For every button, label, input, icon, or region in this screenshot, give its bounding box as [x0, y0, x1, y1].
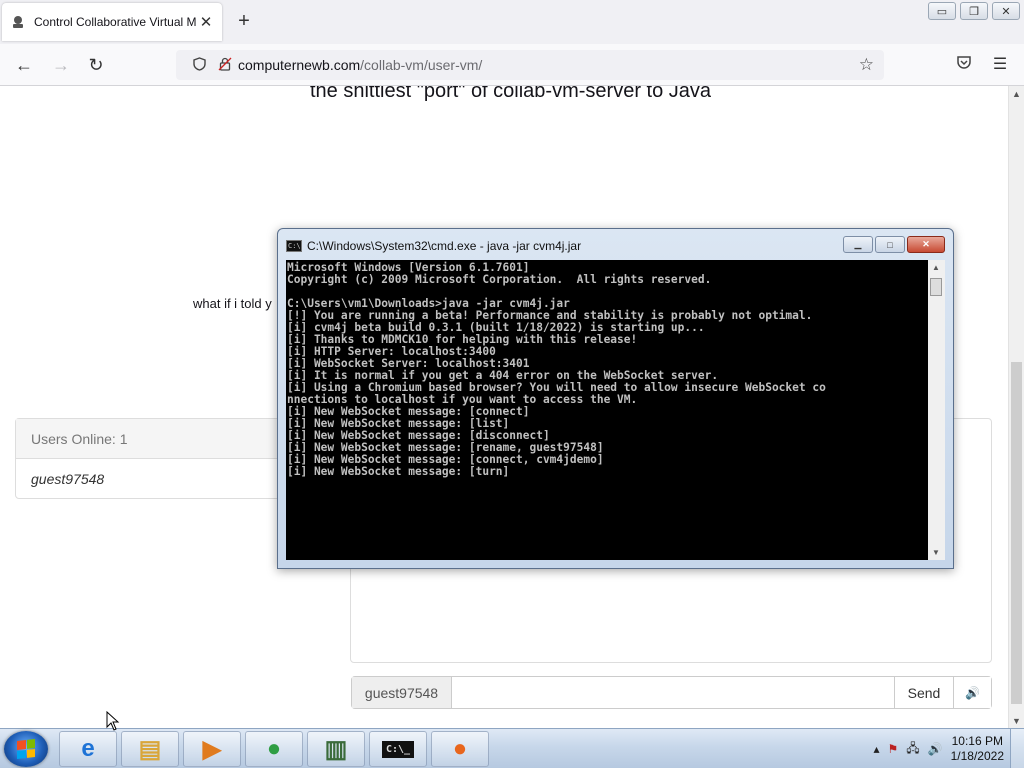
- chat-username-label[interactable]: guest97548: [352, 677, 452, 708]
- tracking-shield-icon[interactable]: [186, 56, 212, 74]
- back-arrow-icon[interactable]: ←: [13, 54, 35, 76]
- task-manager-icon: ▥: [324, 735, 348, 763]
- taskbar-chrome-button[interactable]: ●: [245, 731, 303, 767]
- command-prompt-icon: C:\_: [381, 740, 415, 758]
- window-controls: ▭ ❐ ✕: [928, 2, 1020, 20]
- network-icon[interactable]: 🖧: [906, 739, 919, 760]
- browser-navigation-bar: ← → ↻ computernewb.com/collab-vm/user-vm…: [0, 44, 1024, 86]
- url-host: computernewb.com: [238, 57, 361, 73]
- mouse-cursor-icon: [106, 711, 120, 731]
- address-bar[interactable]: computernewb.com/collab-vm/user-vm/ ☆: [176, 50, 884, 80]
- taskbar-firefox-button[interactable]: ●: [431, 731, 489, 767]
- browser-tab[interactable]: Control Collaborative Virtual M ✕: [2, 3, 222, 41]
- cmd-maximize-button[interactable]: □: [875, 236, 905, 253]
- hamburger-menu-icon[interactable]: ☰: [989, 54, 1011, 76]
- page-heading: the shittiest "port" of collab-vm-server…: [310, 86, 712, 102]
- cmd-title-text: C:\Windows\System32\cmd.exe - java -jar …: [307, 239, 582, 253]
- user-list-item[interactable]: guest97548: [16, 459, 304, 499]
- users-online-header: Users Online: 1: [16, 419, 304, 459]
- taskbar-task-manager-button[interactable]: ▥: [307, 731, 365, 767]
- show-desktop-button[interactable]: [1010, 729, 1024, 768]
- chat-form: guest97548 Send 🔊: [351, 676, 992, 709]
- tab-title: Control Collaborative Virtual M: [34, 15, 197, 29]
- users-online-panel: Users Online: 1 guest97548: [15, 418, 305, 499]
- site-security-icon[interactable]: [212, 57, 238, 74]
- internet-explorer-icon: e: [81, 735, 95, 762]
- chat-send-button[interactable]: Send: [894, 677, 953, 708]
- page-scrollbar[interactable]: ▲ ▼: [1008, 86, 1024, 728]
- scroll-down-arrow-icon[interactable]: ▼: [1012, 716, 1021, 726]
- taskbar-internet-explorer-button[interactable]: e: [59, 731, 117, 767]
- clock-date: 1/18/2022: [950, 749, 1004, 763]
- media-player-icon: ▶: [202, 735, 222, 763]
- window-restore-button[interactable]: ❐: [960, 2, 988, 20]
- windows-taskbar: e ▤ ▶ ● ▥ C:\_ ● ▴ ⚑ 🖧 🔊 10:16 PM 1/18/2022: [0, 728, 1024, 768]
- page-side-text: what if i told y: [193, 296, 272, 311]
- site-favicon-icon: [10, 14, 26, 30]
- system-tray: ▴ ⚑ 🖧 🔊 10:16 PM 1/18/2022: [873, 729, 1004, 768]
- scroll-up-arrow-icon[interactable]: ▲: [1012, 89, 1021, 99]
- browser-tab-strip: Control Collaborative Virtual M ✕ + ▭ ❐ …: [0, 0, 1024, 44]
- cmd-scroll-down-icon[interactable]: ▼: [932, 548, 940, 557]
- show-hidden-icons-icon[interactable]: ▴: [873, 742, 879, 756]
- cmd-window[interactable]: C:\ C:\Windows\System32\cmd.exe - java -…: [277, 228, 954, 569]
- tab-close-icon[interactable]: ✕: [198, 13, 214, 31]
- forward-arrow-icon[interactable]: →: [50, 54, 72, 76]
- cmd-app-icon: C:\: [286, 240, 302, 252]
- url-path: /collab-vm/user-vm/: [360, 57, 483, 73]
- chat-message-input[interactable]: [452, 677, 894, 708]
- cmd-title-bar[interactable]: C:\ C:\Windows\System32\cmd.exe - java -…: [286, 237, 581, 255]
- cmd-output-text: Microsoft Windows [Version 6.1.7601] Copy…: [287, 262, 927, 478]
- pocket-icon[interactable]: [953, 54, 975, 76]
- firefox-icon: ●: [452, 735, 468, 762]
- cmd-window-controls: ▁ □ ✕: [843, 236, 945, 253]
- start-button[interactable]: [4, 731, 48, 767]
- cmd-scroll-thumb[interactable]: [930, 278, 942, 296]
- cmd-close-button[interactable]: ✕: [907, 236, 945, 253]
- taskbar-command-prompt-button[interactable]: C:\_: [369, 731, 427, 767]
- page-scroll-thumb[interactable]: [1011, 362, 1022, 704]
- cmd-minimize-button[interactable]: ▁: [843, 236, 873, 253]
- window-minimize-button[interactable]: ▭: [928, 2, 956, 20]
- taskbar-media-player-button[interactable]: ▶: [183, 731, 241, 767]
- speaker-icon[interactable]: 🔊: [928, 742, 943, 756]
- cmd-output-line: Copyright (c) 2009 Microsoft Corporation…: [287, 273, 712, 286]
- cmd-scroll-up-icon[interactable]: ▲: [932, 263, 940, 272]
- taskbar-clock[interactable]: 10:16 PM 1/18/2022: [951, 734, 1004, 764]
- windows-logo-icon: [17, 739, 35, 759]
- reload-icon[interactable]: ↻: [85, 54, 107, 76]
- bookmark-star-icon[interactable]: ☆: [859, 55, 874, 75]
- chrome-icon: ●: [266, 735, 282, 762]
- taskbar-file-explorer-button[interactable]: ▤: [121, 731, 179, 767]
- cmd-output-line: [i] New WebSocket message: [turn]: [287, 465, 510, 478]
- clock-time: 10:16 PM: [951, 734, 1003, 748]
- action-center-flag-icon[interactable]: ⚑: [888, 742, 899, 756]
- window-close-button[interactable]: ✕: [992, 2, 1020, 20]
- cmd-scrollbar[interactable]: ▲ ▼: [928, 260, 945, 560]
- volume-icon[interactable]: 🔊: [953, 677, 991, 708]
- new-tab-button[interactable]: +: [234, 11, 254, 31]
- cmd-console[interactable]: Microsoft Windows [Version 6.1.7601] Copy…: [286, 260, 945, 560]
- file-explorer-icon: ▤: [138, 735, 162, 763]
